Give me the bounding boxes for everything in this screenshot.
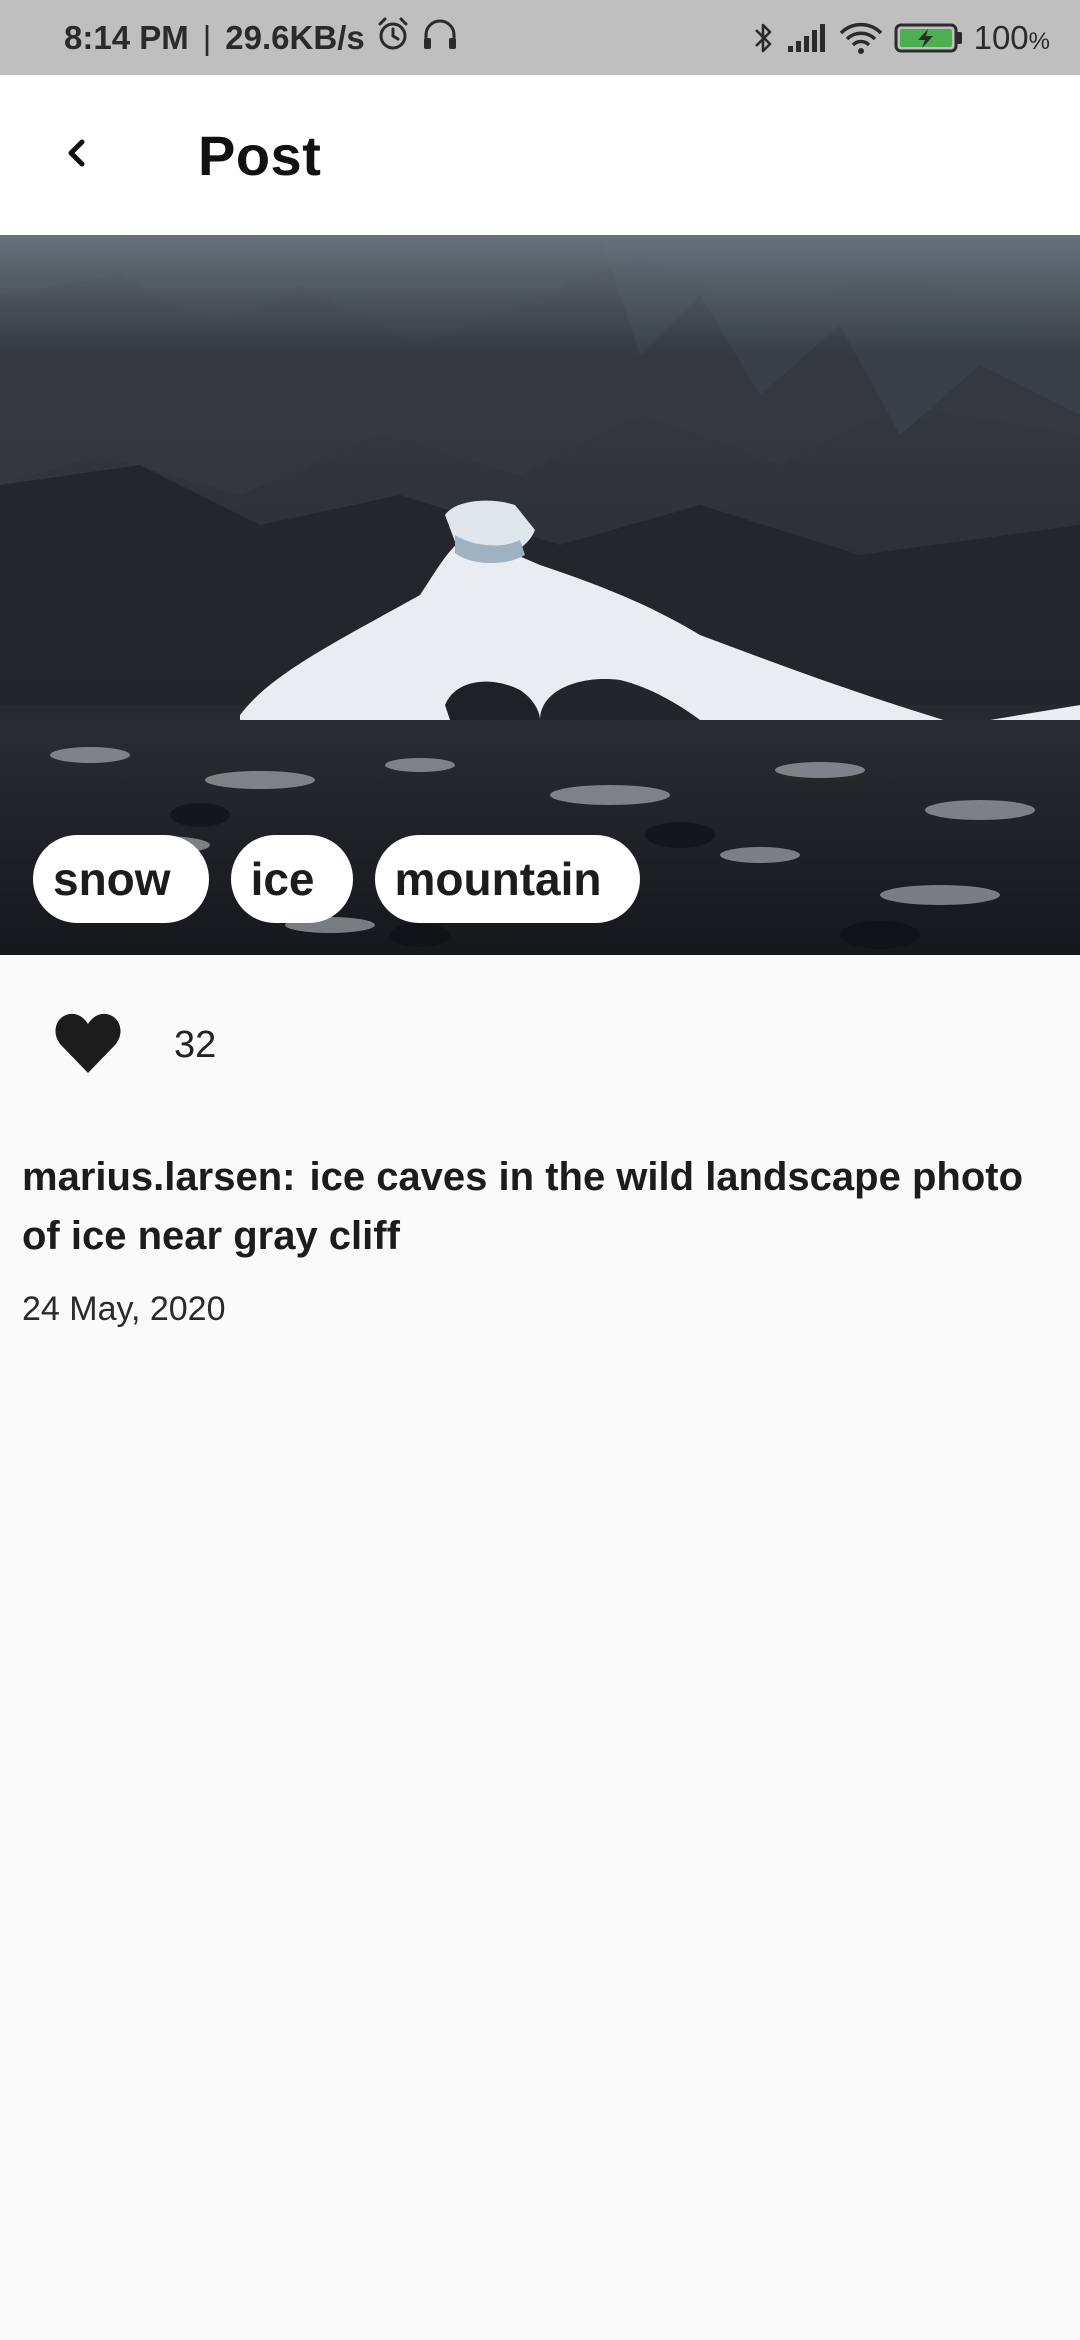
like-button[interactable] [52,1009,124,1081]
post-caption: marius.larsen: ice caves in the wild land… [22,1148,1052,1266]
post-date: 24 May, 2020 [22,1290,226,1328]
chevron-left-icon [57,133,97,178]
page-title: Post [198,123,322,187]
status-separator: | [202,18,212,56]
network-speed: 29.6KB/s [225,18,365,56]
back-button[interactable] [22,100,132,210]
app-bar: Post [0,75,1080,235]
signal-icon [786,22,828,54]
status-time: 8:14 PM [64,18,189,56]
bluetooth-icon [752,20,776,56]
like-count: 32 [174,1023,217,1066]
battery-charging-icon [894,21,964,55]
alarm-icon [375,16,411,60]
post-image[interactable]: snow ice mountain [0,235,1080,955]
tag-chip[interactable]: ice [230,835,353,923]
status-left: 8:14 PM | 29.6KB/s [64,16,459,60]
wifi-icon [838,21,884,55]
heart-icon [53,1011,123,1080]
tag-chip[interactable]: mountain [374,835,640,923]
battery-percent: 100% [973,18,1050,56]
likes-row: 32 [0,1000,1080,1090]
headphones-icon [421,16,459,60]
status-bar: 8:14 PM | 29.6KB/s 100% [0,0,1080,75]
tag-list: snow ice mountain [33,835,640,923]
author-name[interactable]: marius.larsen: [22,1155,295,1199]
status-right: 100% [752,19,1050,57]
tag-chip[interactable]: snow [33,835,209,923]
